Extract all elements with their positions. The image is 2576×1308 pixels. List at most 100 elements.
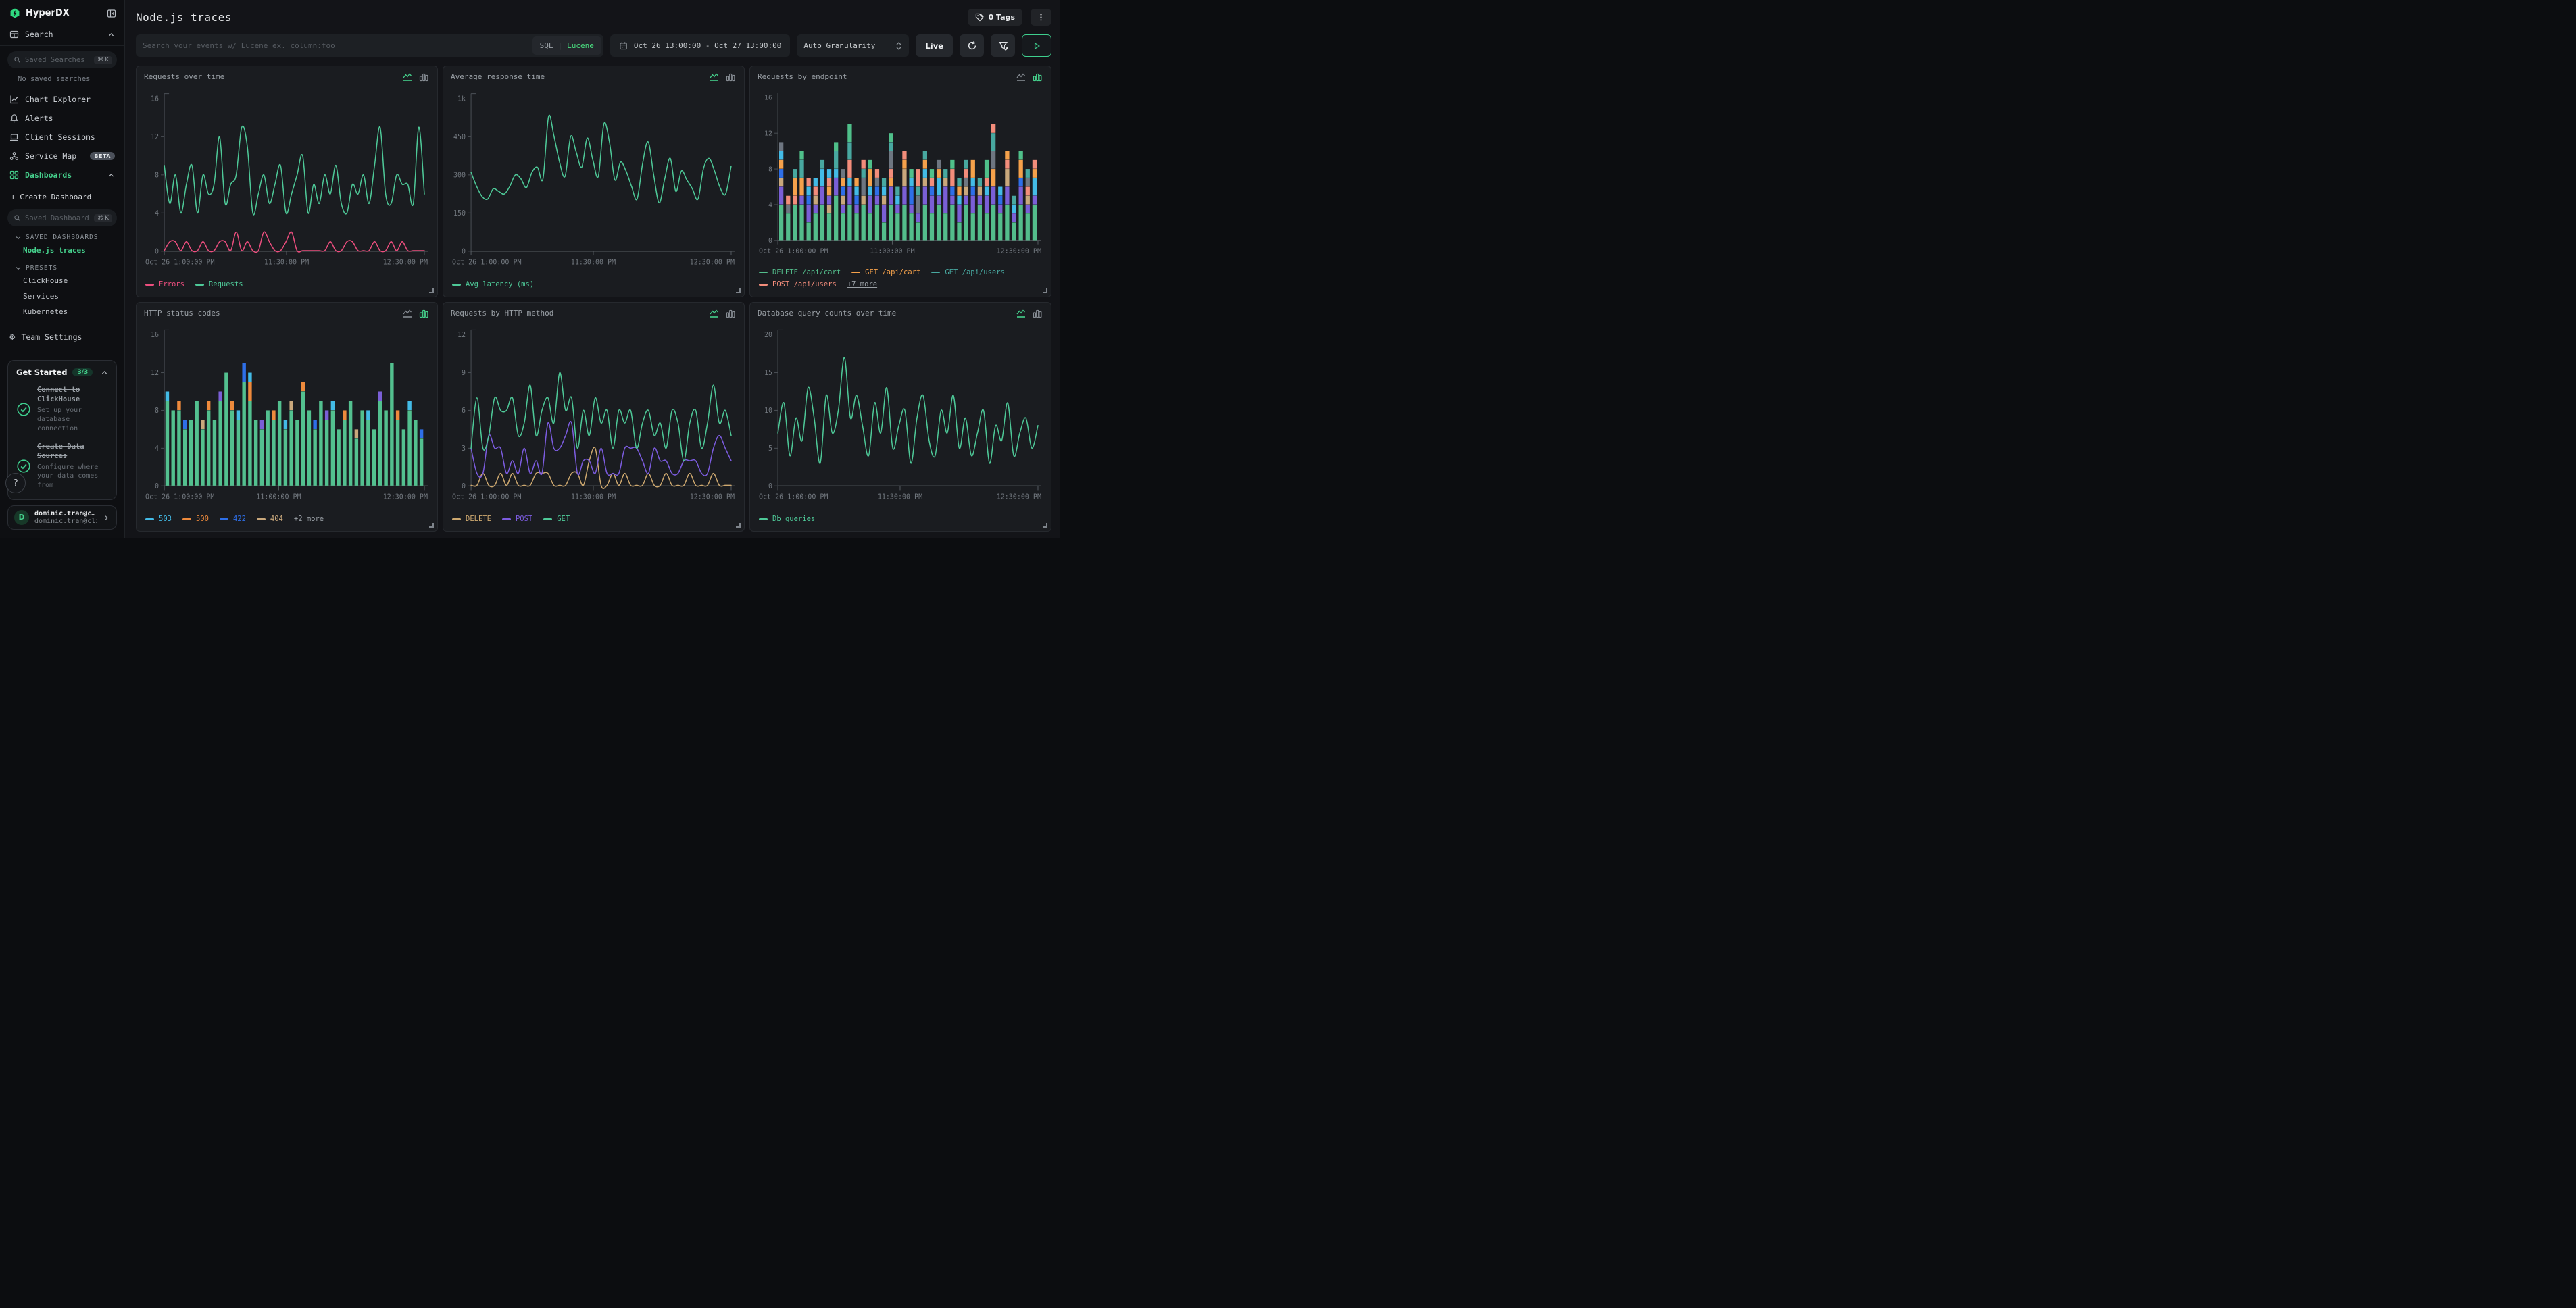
legend-more-link[interactable]: +7 more xyxy=(847,280,877,290)
preset-item-services[interactable]: Services xyxy=(0,288,124,304)
dashboard-item-nodejs-traces[interactable]: Node.js traces xyxy=(0,243,124,258)
resize-handle[interactable] xyxy=(1043,288,1047,293)
svg-text:0: 0 xyxy=(462,248,466,255)
help-button[interactable]: ? xyxy=(5,473,26,493)
legend-item[interactable]: Db queries xyxy=(759,514,815,524)
bar-chart-toggle-icon[interactable] xyxy=(726,309,735,318)
user-account-button[interactable]: D dominic.tran@c… dominic.tran@cli… xyxy=(7,505,117,530)
create-dashboard-button[interactable]: + Create Dashboard xyxy=(0,186,124,204)
legend-item[interactable]: POST /api/users xyxy=(759,280,837,290)
svg-text:Oct 26 1:00:00 PM: Oct 26 1:00:00 PM xyxy=(145,494,214,501)
chart-legend: DELETE /api/cart GET /api/cart GET /api/us… xyxy=(758,268,1043,294)
hyperdx-logo-icon xyxy=(9,8,20,18)
refresh-icon xyxy=(967,41,977,51)
bar-chart-toggle-icon[interactable] xyxy=(1033,72,1042,82)
legend-item[interactable]: DELETE /api/cart xyxy=(759,268,841,278)
bar-chart-toggle-icon[interactable] xyxy=(419,72,428,82)
legend-item[interactable]: Avg latency (ms) xyxy=(452,280,534,290)
svg-text:4: 4 xyxy=(155,445,159,453)
preset-item-kubernetes[interactable]: Kubernetes xyxy=(0,304,124,320)
line-chart-toggle-icon[interactable] xyxy=(1016,309,1026,318)
legend-item[interactable]: GET /api/users xyxy=(931,268,1005,278)
legend-item[interactable]: Requests xyxy=(195,280,243,290)
line-chart-toggle-icon[interactable] xyxy=(403,72,412,82)
get-started-progress-badge: 3/3 xyxy=(72,368,93,376)
line-chart-toggle-icon[interactable] xyxy=(1016,72,1026,82)
sidebar-item-alerts[interactable]: Alerts xyxy=(0,109,124,128)
sidebar-item-dashboards[interactable]: Dashboards xyxy=(0,166,124,186)
bar-chart-toggle-icon[interactable] xyxy=(1033,309,1042,318)
legend-item[interactable]: 503 xyxy=(145,514,172,524)
svg-text:16: 16 xyxy=(151,95,159,103)
sidebar-item-label: Service Map xyxy=(25,151,76,161)
saved-dashboards-section-toggle[interactable]: SAVED DASHBOARDS xyxy=(0,228,124,243)
sidebar-item-chart-explorer[interactable]: Chart Explorer xyxy=(0,90,124,109)
step-description: Configure where your data comes from xyxy=(37,463,108,490)
query-language-toggle[interactable]: SQL | Lucene xyxy=(532,36,601,55)
shortcut-badge: ⌘ K xyxy=(94,214,112,222)
svg-text:12:30:00 PM: 12:30:00 PM xyxy=(383,259,428,266)
bell-icon xyxy=(9,114,19,123)
sql-option[interactable]: SQL xyxy=(540,41,553,50)
sidebar-item-label: Chart Explorer xyxy=(25,95,91,104)
granularity-value: Auto Granularity xyxy=(803,41,875,50)
chart-canvas: 0481216Oct 26 1:00:00 PM11:30:00 PM12:30… xyxy=(144,82,430,280)
sidebar-item-label: Dashboards xyxy=(25,170,72,180)
chart-panel-database-query-counts: Database query counts over time05101520O… xyxy=(749,302,1051,532)
avatar: D xyxy=(14,510,29,525)
sidebar-item-service-map[interactable]: Service Map BETA xyxy=(0,147,124,166)
get-started-title: Get Started xyxy=(16,368,67,377)
sidebar-item-search[interactable]: Search xyxy=(0,25,124,46)
legend-item[interactable]: POST xyxy=(502,514,532,524)
sidebar-item-label: Client Sessions xyxy=(25,132,95,142)
get-started-step-sources[interactable]: Create Data Sources Configure where your… xyxy=(16,442,108,490)
event-search-input[interactable] xyxy=(143,41,532,50)
legend-item[interactable]: DELETE xyxy=(452,514,491,524)
svg-text:8: 8 xyxy=(768,166,772,174)
legend-item[interactable]: 500 xyxy=(182,514,209,524)
play-icon xyxy=(1032,41,1041,51)
refresh-button[interactable] xyxy=(960,34,984,57)
legend-item[interactable]: 404 xyxy=(257,514,283,524)
resize-handle[interactable] xyxy=(736,523,741,528)
preset-item-clickhouse[interactable]: ClickHouse xyxy=(0,273,124,288)
chart-legend: Avg latency (ms) xyxy=(451,280,737,294)
line-chart-toggle-icon[interactable] xyxy=(710,72,719,82)
resize-handle[interactable] xyxy=(1043,523,1047,528)
legend-item[interactable]: 422 xyxy=(220,514,246,524)
presets-section-toggle[interactable]: PRESETS xyxy=(0,258,124,273)
sidebar-item-team-settings[interactable]: ⚙ Team Settings xyxy=(0,328,124,347)
chart-title: Requests by endpoint xyxy=(758,72,847,81)
saved-dashboards-input[interactable] xyxy=(25,214,90,222)
saved-searches-input[interactable] xyxy=(25,56,90,64)
resize-handle[interactable] xyxy=(429,288,434,293)
sidebar-collapse-icon[interactable] xyxy=(107,9,116,18)
filter-button[interactable] xyxy=(991,34,1015,57)
legend-item[interactable]: GET /api/cart xyxy=(851,268,920,278)
legend-item[interactable]: Errors xyxy=(145,280,184,290)
legend-more-link[interactable]: +2 more xyxy=(294,514,324,524)
bar-chart-toggle-icon[interactable] xyxy=(419,309,428,318)
live-button[interactable]: Live xyxy=(916,34,953,57)
sidebar-item-client-sessions[interactable]: Client Sessions xyxy=(0,128,124,147)
line-chart-toggle-icon[interactable] xyxy=(403,309,412,318)
resize-handle[interactable] xyxy=(736,288,741,293)
run-query-button[interactable] xyxy=(1022,34,1051,57)
legend-item[interactable]: GET xyxy=(543,514,570,524)
date-range-picker[interactable]: Oct 26 13:00:00 - Oct 27 13:00:00 xyxy=(610,34,791,57)
saved-searches-box[interactable]: ⌘ K xyxy=(7,51,117,68)
more-options-button[interactable] xyxy=(1031,9,1051,26)
tags-button[interactable]: 0 Tags xyxy=(968,9,1022,26)
svg-text:Oct 26 1:00:00 PM: Oct 26 1:00:00 PM xyxy=(452,259,522,266)
sidebar-item-label: Alerts xyxy=(25,114,53,123)
kebab-icon xyxy=(1037,13,1045,22)
saved-dashboards-box[interactable]: ⌘ K xyxy=(7,209,117,226)
svg-text:450: 450 xyxy=(453,134,466,141)
chevron-up-icon[interactable] xyxy=(101,369,108,376)
resize-handle[interactable] xyxy=(429,523,434,528)
line-chart-toggle-icon[interactable] xyxy=(710,309,719,318)
get-started-step-connect[interactable]: Connect to ClickHouse Set up your databa… xyxy=(16,385,108,433)
granularity-select[interactable]: Auto Granularity xyxy=(797,34,909,57)
lucene-option[interactable]: Lucene xyxy=(567,41,594,50)
bar-chart-toggle-icon[interactable] xyxy=(726,72,735,82)
